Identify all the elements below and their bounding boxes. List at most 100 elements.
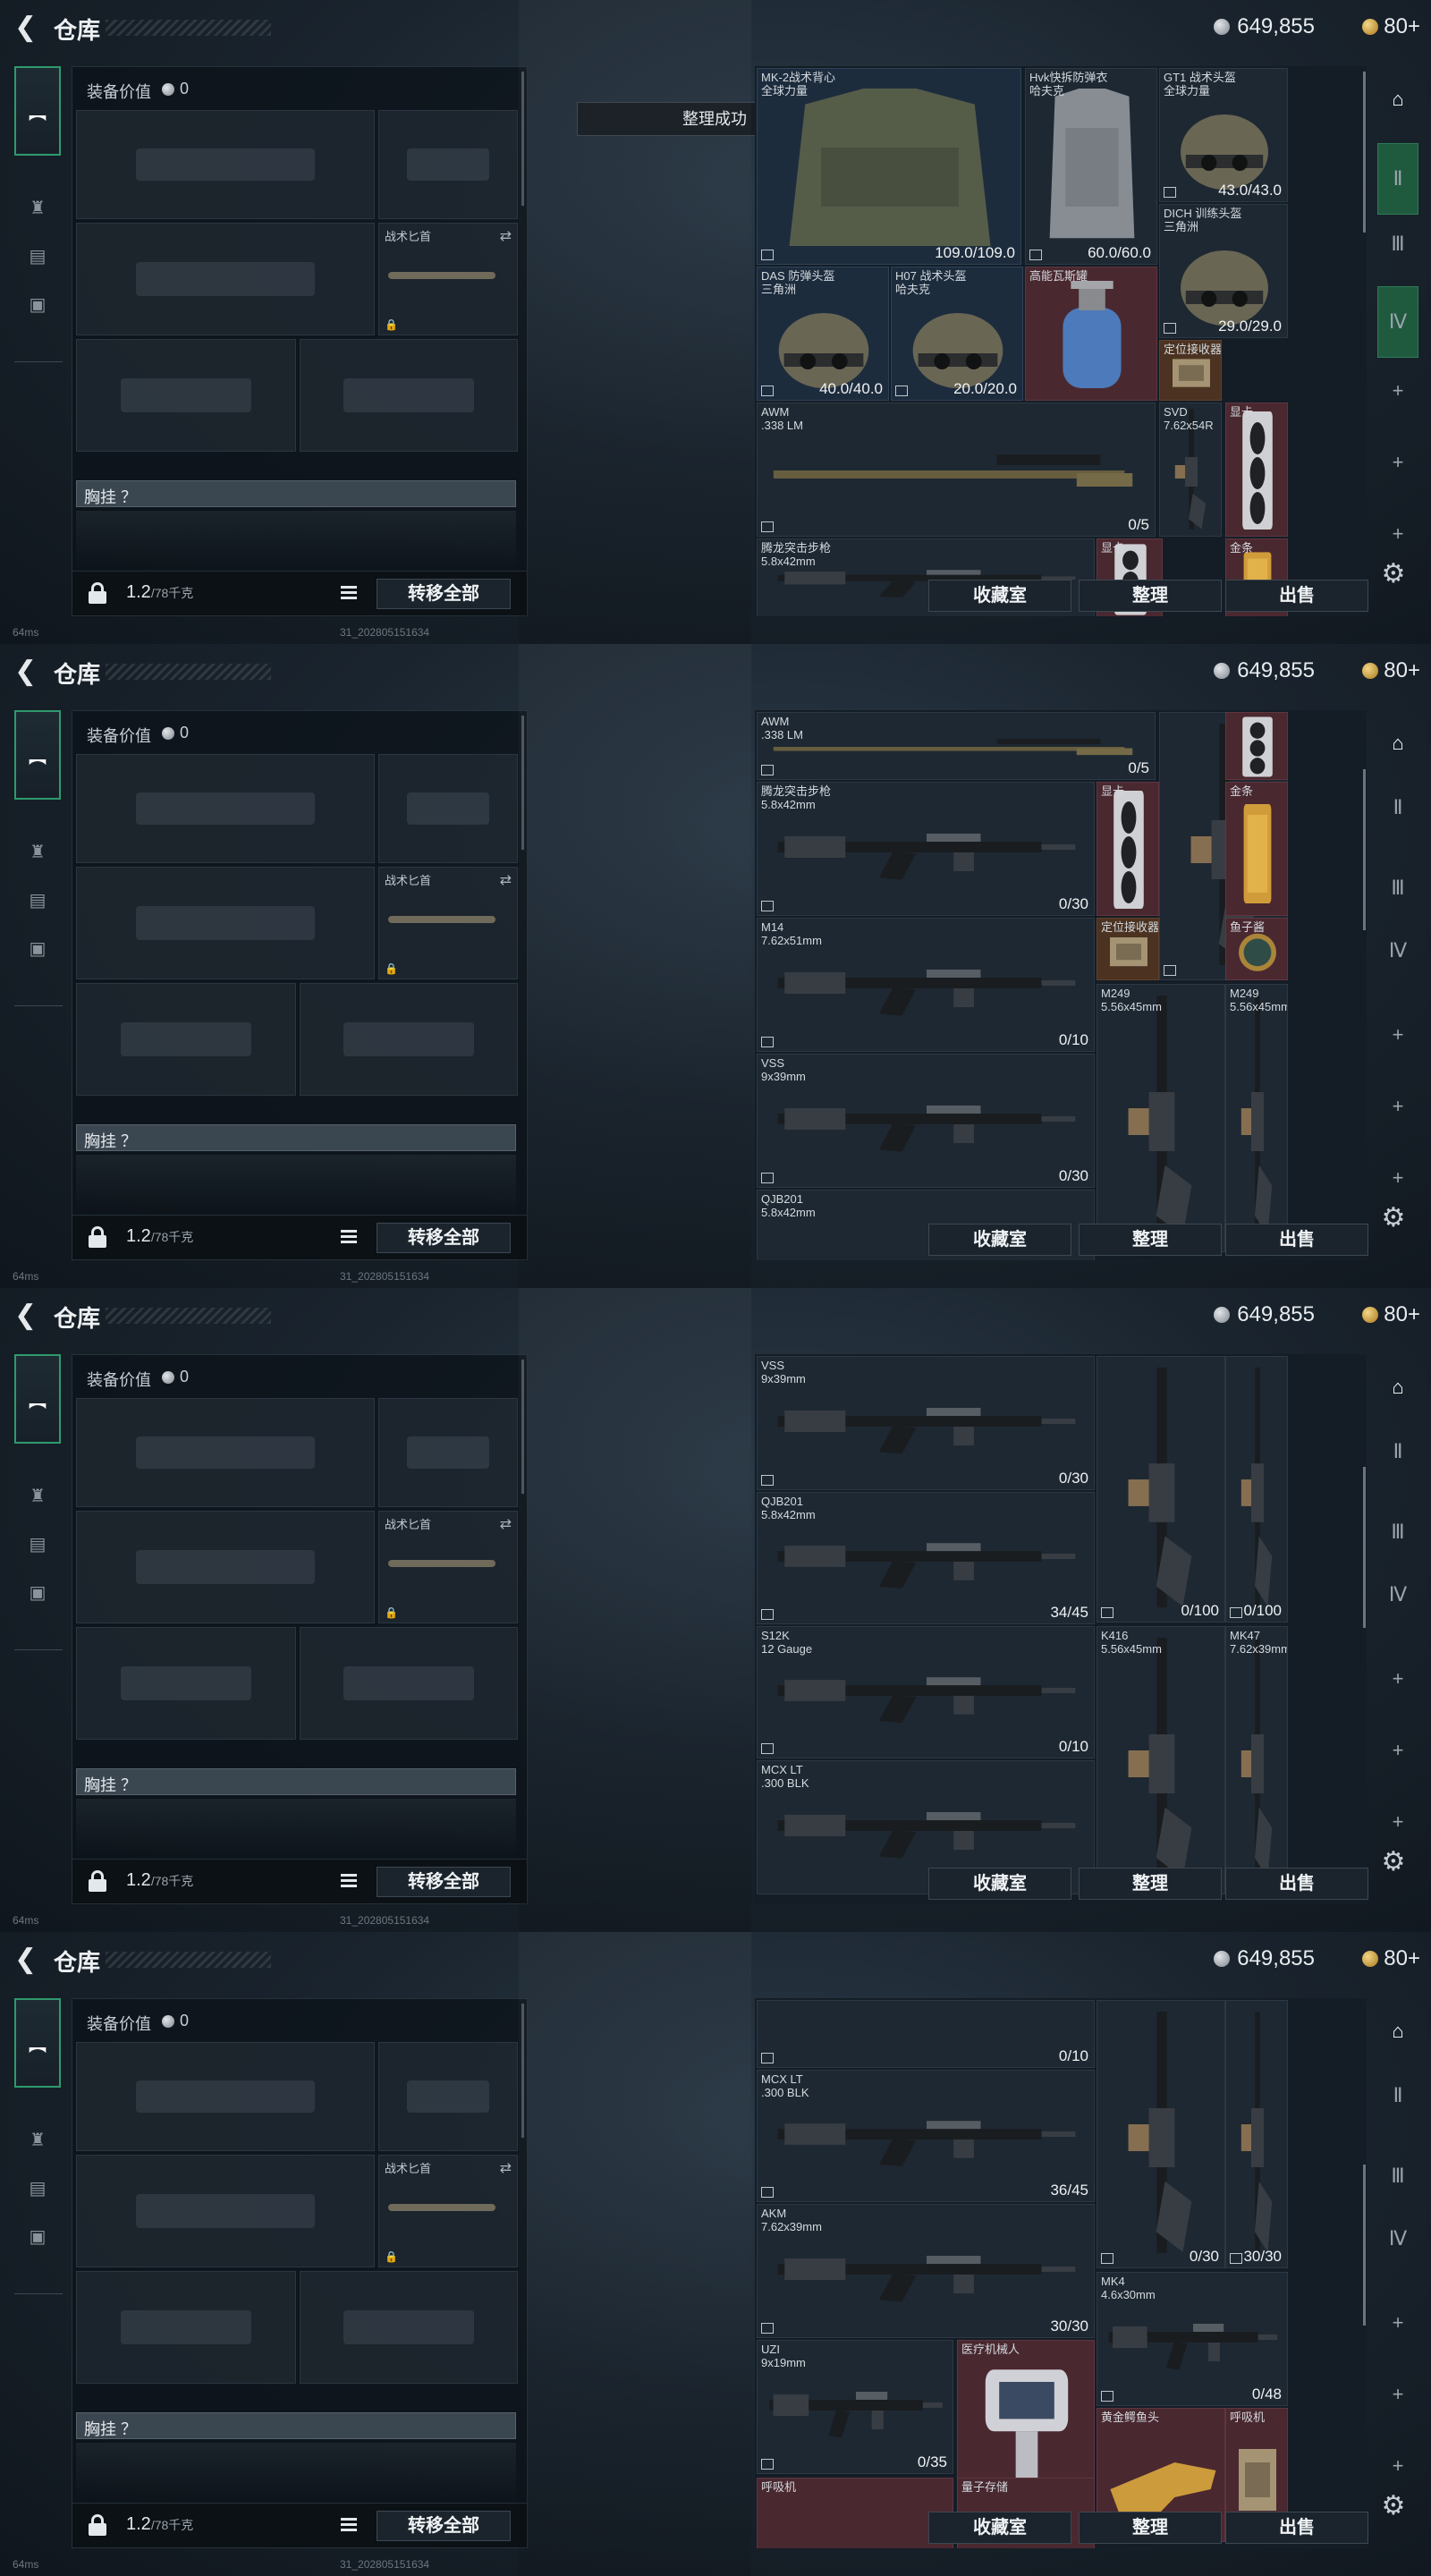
stash-item[interactable]: GT1 战术头盔 全球力量 43.0/43.0 [1159, 68, 1288, 202]
backpack-tab-icon[interactable]: ▤ [20, 2170, 55, 2206]
home-icon[interactable]: ⌂ [1377, 79, 1418, 120]
backpack-tab-icon[interactable]: ▤ [20, 1526, 55, 1562]
stash-item[interactable]: K416 5.56x45mm [1097, 1626, 1225, 1894]
stash-item[interactable]: QJB201 5.8x42mm 34/45 [757, 1492, 1095, 1624]
collection-room-button[interactable]: 收藏室 [928, 580, 1071, 612]
settings-gear-icon[interactable]: ⚙ [1376, 2490, 1411, 2526]
sort-button[interactable]: 整理 [1079, 1224, 1222, 1256]
gun-tab-icon[interactable]: ︻ [14, 1354, 61, 1444]
stash-item[interactable]: 0/100 [1225, 1356, 1288, 1623]
primary-weapon-slot[interactable] [76, 2042, 375, 2151]
stash-item[interactable]: VSS 9x39mm 0/30 [757, 1054, 1095, 1188]
list-icon[interactable] [341, 586, 357, 600]
stash-scrollbar[interactable] [1363, 769, 1366, 930]
helmet-slot[interactable] [76, 339, 296, 452]
page-4-icon[interactable]: Ⅳ [1377, 930, 1418, 971]
collection-room-button[interactable]: 收藏室 [928, 1868, 1071, 1900]
sell-button[interactable]: 出售 [1225, 1224, 1368, 1256]
stash-item[interactable]: 腾龙突击步枪 5.8x42mm 0/30 [757, 782, 1095, 916]
sort-button[interactable]: 整理 [1079, 2512, 1222, 2544]
gold-display[interactable]: 80+ [1362, 1302, 1420, 1327]
chest-rig-slot[interactable]: 胸挂 ？ [76, 1768, 516, 1795]
stash-item[interactable]: 高能瓦斯罐 [1025, 267, 1157, 401]
stash-item[interactable]: UZI 9x19mm 0/35 [757, 2340, 953, 2474]
armor-slot[interactable] [300, 983, 518, 1096]
add-page-icon[interactable]: + [1377, 1801, 1418, 1843]
add-page-icon[interactable]: + [1377, 2374, 1418, 2415]
secondary-weapon-slot[interactable] [76, 1511, 375, 1623]
add-page-icon[interactable]: + [1377, 1658, 1418, 1699]
stash-item[interactable]: M249 5.56x45mm [1225, 984, 1288, 1252]
briefcase-tab-icon[interactable]: ▣ [20, 2218, 55, 2254]
page-2-icon[interactable]: Ⅱ [1377, 1431, 1418, 1472]
swap-icon[interactable]: ⇄ [500, 227, 512, 245]
stash-item[interactable]: 0/100 [1097, 1356, 1225, 1623]
briefcase-tab-icon[interactable]: ▣ [20, 286, 55, 322]
backpack-tab-icon[interactable]: ▤ [20, 238, 55, 274]
transfer-all-button[interactable]: 转移全部 [377, 1867, 511, 1897]
sort-button[interactable]: 整理 [1079, 580, 1222, 612]
add-page-icon[interactable]: + [1377, 1157, 1418, 1199]
add-page-icon[interactable]: + [1377, 2302, 1418, 2343]
stash-item[interactable]: 30/30 [1225, 2000, 1288, 2268]
armor-tab-icon[interactable]: ♜ [20, 2122, 55, 2157]
secondary-weapon-slot[interactable] [76, 2155, 375, 2267]
transfer-all-button[interactable]: 转移全部 [377, 579, 511, 609]
stash-item[interactable]: SVD 7.62x54R [1159, 402, 1222, 537]
page-2-icon[interactable]: Ⅱ [1377, 143, 1418, 215]
stash-item[interactable]: H07 战术头盔 哈夫克 20.0/20.0 [891, 267, 1023, 401]
gun-tab-icon[interactable]: ︻ [14, 66, 61, 156]
stash-item[interactable]: M249 5.56x45mm [1097, 984, 1225, 1252]
home-icon[interactable]: ⌂ [1377, 723, 1418, 764]
stash-item[interactable]: AWM .338 LM 0/5 [757, 712, 1156, 780]
stash-item[interactable]: 显卡 [1097, 782, 1159, 916]
stash-item[interactable]: Hvk快拆防弹衣 哈夫克 60.0/60.0 [1025, 68, 1157, 265]
transfer-all-button[interactable]: 转移全部 [377, 1223, 511, 1253]
sell-button[interactable]: 出售 [1225, 580, 1368, 612]
transfer-all-button[interactable]: 转移全部 [377, 2511, 511, 2541]
stash-item[interactable]: 定位接收器 [1159, 340, 1222, 401]
stash-item[interactable]: MK47 7.62x39mm [1225, 1626, 1288, 1894]
chest-rig-slot[interactable]: 胸挂 ？ [76, 1124, 516, 1151]
list-icon[interactable] [341, 1874, 357, 1888]
knife-slot[interactable]: 战术匕首 ⇄ 🔒 [378, 1511, 518, 1623]
back-arrow-icon[interactable]: ❮ [14, 13, 39, 43]
list-icon[interactable] [341, 2518, 357, 2532]
page-2-icon[interactable]: Ⅱ [1377, 2075, 1418, 2116]
page-2-icon[interactable]: Ⅱ [1377, 787, 1418, 828]
add-page-icon[interactable]: + [1377, 2445, 1418, 2487]
home-icon[interactable]: ⌂ [1377, 1367, 1418, 1408]
add-page-icon[interactable]: + [1377, 513, 1418, 555]
add-page-icon[interactable]: + [1377, 442, 1418, 483]
back-arrow-icon[interactable]: ❮ [14, 1945, 39, 1975]
stash-item[interactable]: M14 7.62x51mm 0/10 [757, 918, 1095, 1052]
knife-slot[interactable]: 战术匕首 ⇄ 🔒 [378, 867, 518, 979]
briefcase-tab-icon[interactable]: ▣ [20, 930, 55, 966]
list-icon[interactable] [341, 1230, 357, 1244]
equipment-scrollbar[interactable] [521, 1360, 524, 1494]
stash-item[interactable]: MK-2战术背心 全球力量 109.0/109.0 [757, 68, 1021, 265]
primary-weapon-slot[interactable] [76, 1398, 375, 1507]
helmet-slot[interactable] [76, 1627, 296, 1740]
backpack-tab-icon[interactable]: ▤ [20, 882, 55, 918]
helmet-slot[interactable] [76, 983, 296, 1096]
knife-slot[interactable]: 战术匕首 ⇄ 🔒 [378, 2155, 518, 2267]
settings-gear-icon[interactable]: ⚙ [1376, 1202, 1411, 1238]
primary-weapon-slot[interactable] [76, 110, 375, 219]
armor-slot[interactable] [300, 1627, 518, 1740]
add-page-icon[interactable]: + [1377, 1730, 1418, 1771]
swap-icon[interactable]: ⇄ [500, 1515, 512, 1533]
primary-weapon-slot[interactable] [76, 754, 375, 863]
secondary-weapon-slot[interactable] [76, 867, 375, 979]
gold-display[interactable]: 80+ [1362, 1946, 1420, 1971]
page-4-icon[interactable]: Ⅳ [1377, 286, 1418, 358]
pistol-slot[interactable] [378, 2042, 518, 2151]
collection-room-button[interactable]: 收藏室 [928, 2512, 1071, 2544]
settings-gear-icon[interactable]: ⚙ [1376, 558, 1411, 594]
armor-slot[interactable] [300, 2271, 518, 2384]
stash-item[interactable]: AKM 7.62x39mm 30/30 [757, 2204, 1095, 2338]
stash-item[interactable]: AWM .338 LM 0/5 [757, 402, 1156, 537]
stash-item[interactable]: 鱼子酱 [1225, 918, 1288, 980]
stash-item[interactable]: 呼吸机 [757, 2478, 953, 2548]
armor-slot[interactable] [300, 339, 518, 452]
